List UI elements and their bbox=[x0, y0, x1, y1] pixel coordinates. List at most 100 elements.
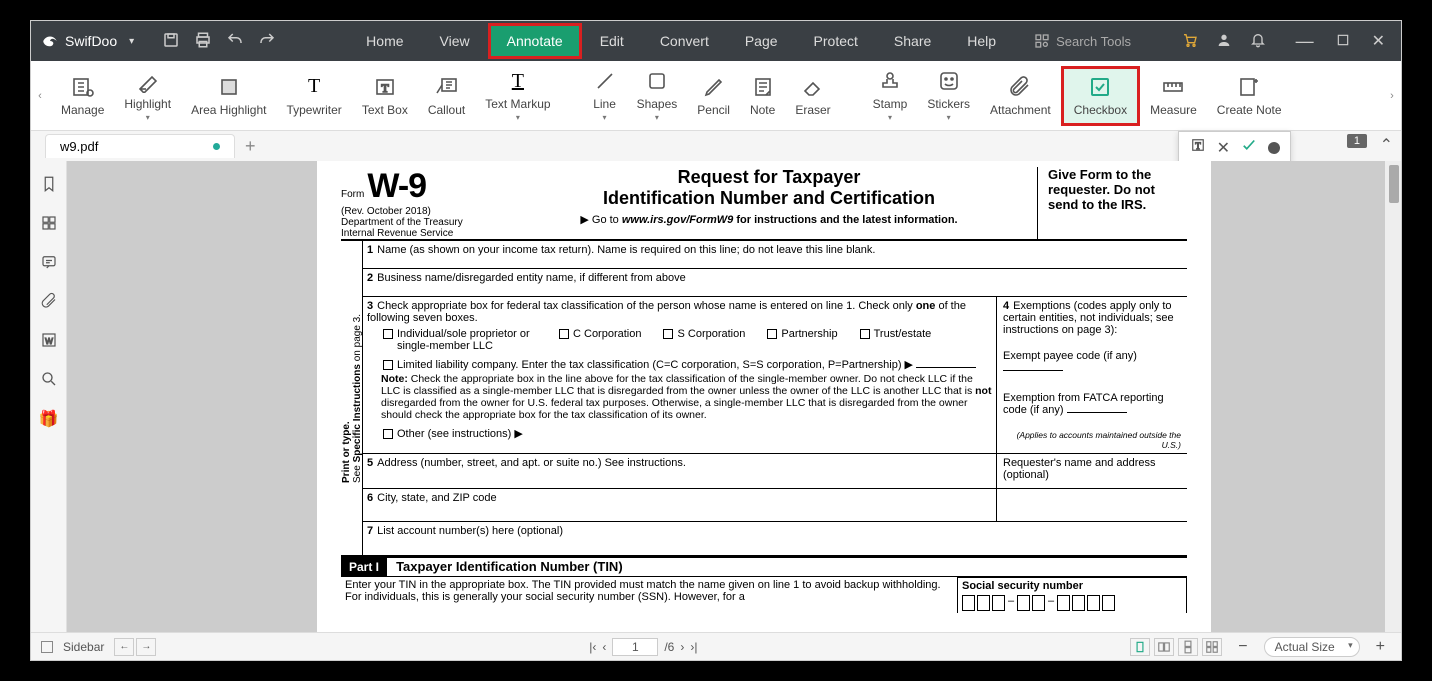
next-page-button[interactable]: › bbox=[680, 640, 684, 654]
add-tab-button[interactable]: + bbox=[235, 136, 266, 157]
window-controls: — ✕ bbox=[1280, 31, 1401, 52]
fatca-note: (Applies to accounts maintained outside … bbox=[1003, 430, 1181, 450]
popup-check-option[interactable] bbox=[1240, 136, 1258, 159]
document-page: Form W-9 (Rev. October 2018) Department … bbox=[317, 161, 1211, 632]
line-2: Business name/disregarded entity name, i… bbox=[377, 272, 686, 284]
tool-attachment[interactable]: Attachment bbox=[980, 66, 1061, 126]
word-export-icon[interactable]: W bbox=[40, 331, 58, 354]
checkbox-options-popup: T ✕ bbox=[1178, 131, 1291, 164]
gutter-right bbox=[1211, 161, 1401, 632]
tool-stamp[interactable]: Stamp▾ bbox=[863, 66, 918, 126]
bell-icon[interactable] bbox=[1250, 32, 1266, 51]
line-4a: Exemptions (codes apply only to certain … bbox=[1003, 300, 1174, 336]
maximize-icon[interactable] bbox=[1336, 33, 1350, 50]
tool-highlight[interactable]: Highlight▾ bbox=[114, 66, 181, 126]
search-grid-icon bbox=[1034, 33, 1050, 49]
menu-home[interactable]: Home bbox=[348, 23, 421, 59]
page-input[interactable]: 1 bbox=[612, 638, 658, 656]
attachments-panel-icon[interactable] bbox=[40, 292, 58, 315]
menu-edit[interactable]: Edit bbox=[582, 23, 642, 59]
menu-convert[interactable]: Convert bbox=[642, 23, 727, 59]
gift-icon[interactable]: 🎁 bbox=[39, 409, 59, 429]
tool-note[interactable]: Note bbox=[740, 66, 785, 126]
menu-annotate[interactable]: Annotate bbox=[488, 23, 582, 59]
sidebar-label[interactable]: Sidebar bbox=[63, 640, 104, 654]
print-strip: Print or type.See Specific Instructions … bbox=[341, 241, 363, 555]
tool-textbox[interactable]: TText Box bbox=[352, 66, 418, 126]
popup-text-option[interactable]: T bbox=[1189, 136, 1207, 159]
cart-icon[interactable] bbox=[1182, 32, 1198, 51]
collapse-ribbon-button[interactable]: ⌃ bbox=[1380, 135, 1393, 155]
cb-ccorp: C Corporation bbox=[573, 328, 641, 340]
popup-cross-option[interactable]: ✕ bbox=[1217, 138, 1230, 158]
tool-text-markup[interactable]: TText Markup▾ bbox=[475, 66, 560, 126]
tool-create-note[interactable]: Create Note bbox=[1207, 66, 1292, 126]
view-continuous-facing[interactable] bbox=[1202, 638, 1222, 656]
tool-typewriter[interactable]: TTypewriter bbox=[276, 66, 351, 126]
tool-pencil[interactable]: Pencil bbox=[687, 66, 740, 126]
cb-scorp: S Corporation bbox=[677, 328, 745, 340]
tool-measure[interactable]: Measure bbox=[1140, 66, 1207, 126]
vertical-scrollbar[interactable] bbox=[1385, 161, 1401, 632]
tool-manage[interactable]: Manage bbox=[51, 66, 114, 126]
first-page-button[interactable]: |‹ bbox=[589, 640, 596, 654]
document-viewport[interactable]: Form W-9 (Rev. October 2018) Department … bbox=[67, 161, 1401, 632]
menu-protect[interactable]: Protect bbox=[796, 23, 876, 59]
zoom-select[interactable]: Actual Size bbox=[1264, 637, 1360, 657]
line-5: Address (number, street, and apt. or sui… bbox=[377, 457, 686, 469]
ribbon-annotate: ‹ Manage Highlight▾ Area Highlight TType… bbox=[31, 61, 1401, 131]
tool-area-highlight[interactable]: Area Highlight bbox=[181, 66, 276, 126]
menu-help[interactable]: Help bbox=[949, 23, 1014, 59]
search-tools-placeholder: Search Tools bbox=[1056, 34, 1131, 49]
page-indicator-badge: 1 bbox=[1347, 134, 1367, 148]
close-icon[interactable]: ✕ bbox=[1372, 31, 1385, 51]
main-menu: Home View Annotate Edit Convert Page Pro… bbox=[348, 23, 1014, 59]
line-6: City, state, and ZIP code bbox=[377, 492, 496, 504]
menu-view[interactable]: View bbox=[422, 23, 488, 59]
menu-share[interactable]: Share bbox=[876, 23, 949, 59]
view-mode-buttons bbox=[1130, 638, 1222, 656]
search-panel-icon[interactable] bbox=[40, 370, 58, 393]
zoom-in-button[interactable]: + bbox=[1370, 638, 1391, 656]
cb-individual: Individual/sole proprietor or single-mem… bbox=[397, 328, 537, 352]
left-side-rail: W 🎁 bbox=[31, 161, 67, 632]
last-page-button[interactable]: ›| bbox=[690, 640, 697, 654]
nav-forward-button[interactable]: → bbox=[136, 638, 156, 656]
app-menu-caret[interactable]: ▾ bbox=[123, 36, 140, 47]
tool-stickers[interactable]: Stickers▾ bbox=[917, 66, 980, 126]
save-icon[interactable] bbox=[162, 31, 180, 52]
tool-callout[interactable]: Callout bbox=[418, 66, 475, 126]
redo-icon[interactable] bbox=[258, 31, 276, 52]
menu-page[interactable]: Page bbox=[727, 23, 796, 59]
thumbnails-icon[interactable] bbox=[40, 214, 58, 237]
view-single-page[interactable] bbox=[1130, 638, 1150, 656]
sidebar-toggle-checkbox[interactable] bbox=[41, 641, 53, 653]
search-tools[interactable]: Search Tools bbox=[1034, 33, 1131, 49]
prev-page-button[interactable]: ‹ bbox=[602, 640, 606, 654]
user-icon[interactable] bbox=[1216, 32, 1232, 51]
popup-dot-option[interactable] bbox=[1268, 142, 1280, 154]
minimize-icon[interactable]: — bbox=[1296, 31, 1314, 52]
tool-checkbox[interactable]: Checkbox bbox=[1061, 66, 1140, 126]
ribbon-scroll-left[interactable]: ‹ bbox=[31, 61, 49, 130]
view-facing[interactable] bbox=[1154, 638, 1174, 656]
tool-line[interactable]: Line▾ bbox=[583, 66, 627, 126]
svg-text:W: W bbox=[45, 337, 53, 346]
view-continuous[interactable] bbox=[1178, 638, 1198, 656]
document-tab[interactable]: w9.pdf bbox=[45, 134, 235, 158]
nav-back-button[interactable]: ← bbox=[114, 638, 134, 656]
comments-icon[interactable] bbox=[40, 253, 58, 276]
ribbon-scroll-right[interactable]: › bbox=[1383, 61, 1401, 130]
print-icon[interactable] bbox=[194, 31, 212, 52]
page-total: /6 bbox=[664, 640, 674, 654]
zoom-out-button[interactable]: − bbox=[1232, 638, 1253, 656]
form-number: W-9 bbox=[367, 167, 426, 205]
line-7: List account number(s) here (optional) bbox=[377, 525, 563, 537]
tool-shapes[interactable]: Shapes▾ bbox=[627, 66, 688, 126]
line-3a: Check appropriate box for federal tax cl… bbox=[377, 300, 916, 312]
page-navigation: |‹ ‹ 1 /6 › ›| bbox=[589, 638, 697, 656]
bookmark-icon[interactable] bbox=[40, 175, 58, 198]
tool-eraser[interactable]: Eraser bbox=[785, 66, 840, 126]
cb-trust: Trust/estate bbox=[874, 328, 932, 340]
undo-icon[interactable] bbox=[226, 31, 244, 52]
